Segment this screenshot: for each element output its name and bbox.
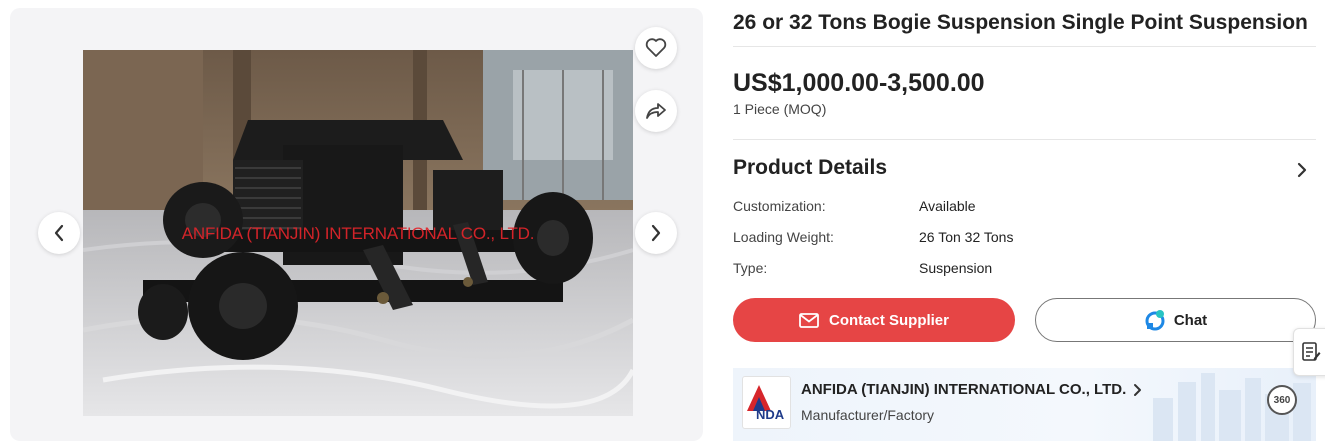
prev-image-button[interactable] xyxy=(38,212,80,254)
attr-label-type: Type: xyxy=(733,260,768,276)
notepad-icon xyxy=(1302,342,1321,361)
contact-supplier-button[interactable]: Contact Supplier xyxy=(733,298,1015,342)
divider xyxy=(733,139,1316,140)
company-logo-icon: NDA xyxy=(747,385,785,422)
supplier-type: Manufacturer/Factory xyxy=(801,407,935,423)
mail-icon xyxy=(799,312,819,328)
attr-label-loading-weight: Loading Weight: xyxy=(733,229,834,245)
contact-supplier-label: Contact Supplier xyxy=(828,311,949,329)
product-info-panel: 26 or 32 Tons Bogie Suspension Single Po… xyxy=(733,0,1316,441)
chat-label: Chat xyxy=(1173,311,1208,329)
chevron-left-icon xyxy=(54,224,64,242)
chevron-right-icon xyxy=(651,224,661,242)
moq-text: 1 Piece (MOQ) xyxy=(733,101,827,117)
supplier-card[interactable]: NDA ANFIDA (TIANJIN) INTERNATIONAL CO., … xyxy=(733,368,1316,441)
attr-value-loading-weight: 26 Ton 32 Tons xyxy=(919,229,1014,245)
price-range: US$1,000.00-3,500.00 xyxy=(733,69,985,97)
chat-button[interactable]: Chat xyxy=(1035,298,1316,342)
chevron-right-icon[interactable] xyxy=(1133,383,1143,397)
share-button[interactable] xyxy=(635,90,677,132)
vr-360-icon: 360 xyxy=(1273,394,1291,406)
divider xyxy=(733,46,1316,47)
attr-value-type: Suspension xyxy=(919,260,993,276)
city-skyline-decoration xyxy=(1153,373,1311,441)
vr-360-button[interactable]: 360 xyxy=(1267,385,1297,415)
chat-icon xyxy=(1145,310,1165,331)
image-gallery: ANFIDA (TIANJIN) INTERNATIONAL CO., LTD. xyxy=(10,8,703,441)
favorite-button[interactable] xyxy=(635,27,677,69)
product-title: 26 or 32 Tons Bogie Suspension Single Po… xyxy=(733,11,1308,34)
inquiry-list-button[interactable] xyxy=(1293,328,1325,376)
share-icon xyxy=(646,103,666,119)
product-image[interactable]: ANFIDA (TIANJIN) INTERNATIONAL CO., LTD. xyxy=(83,50,633,416)
heart-icon xyxy=(645,38,667,57)
supplier-name[interactable]: ANFIDA (TIANJIN) INTERNATIONAL CO., LTD. xyxy=(801,381,1126,398)
logo-text: NDA xyxy=(756,407,785,422)
chevron-right-icon[interactable] xyxy=(1294,160,1310,180)
next-image-button[interactable] xyxy=(635,212,677,254)
attr-label-customization: Customization: xyxy=(733,198,826,214)
attr-value-customization: Available xyxy=(919,198,976,214)
supplier-logo[interactable]: NDA xyxy=(742,376,791,429)
product-details-heading[interactable]: Product Details xyxy=(733,156,887,180)
watermark-text: ANFIDA (TIANJIN) INTERNATIONAL CO., LTD. xyxy=(181,224,535,243)
